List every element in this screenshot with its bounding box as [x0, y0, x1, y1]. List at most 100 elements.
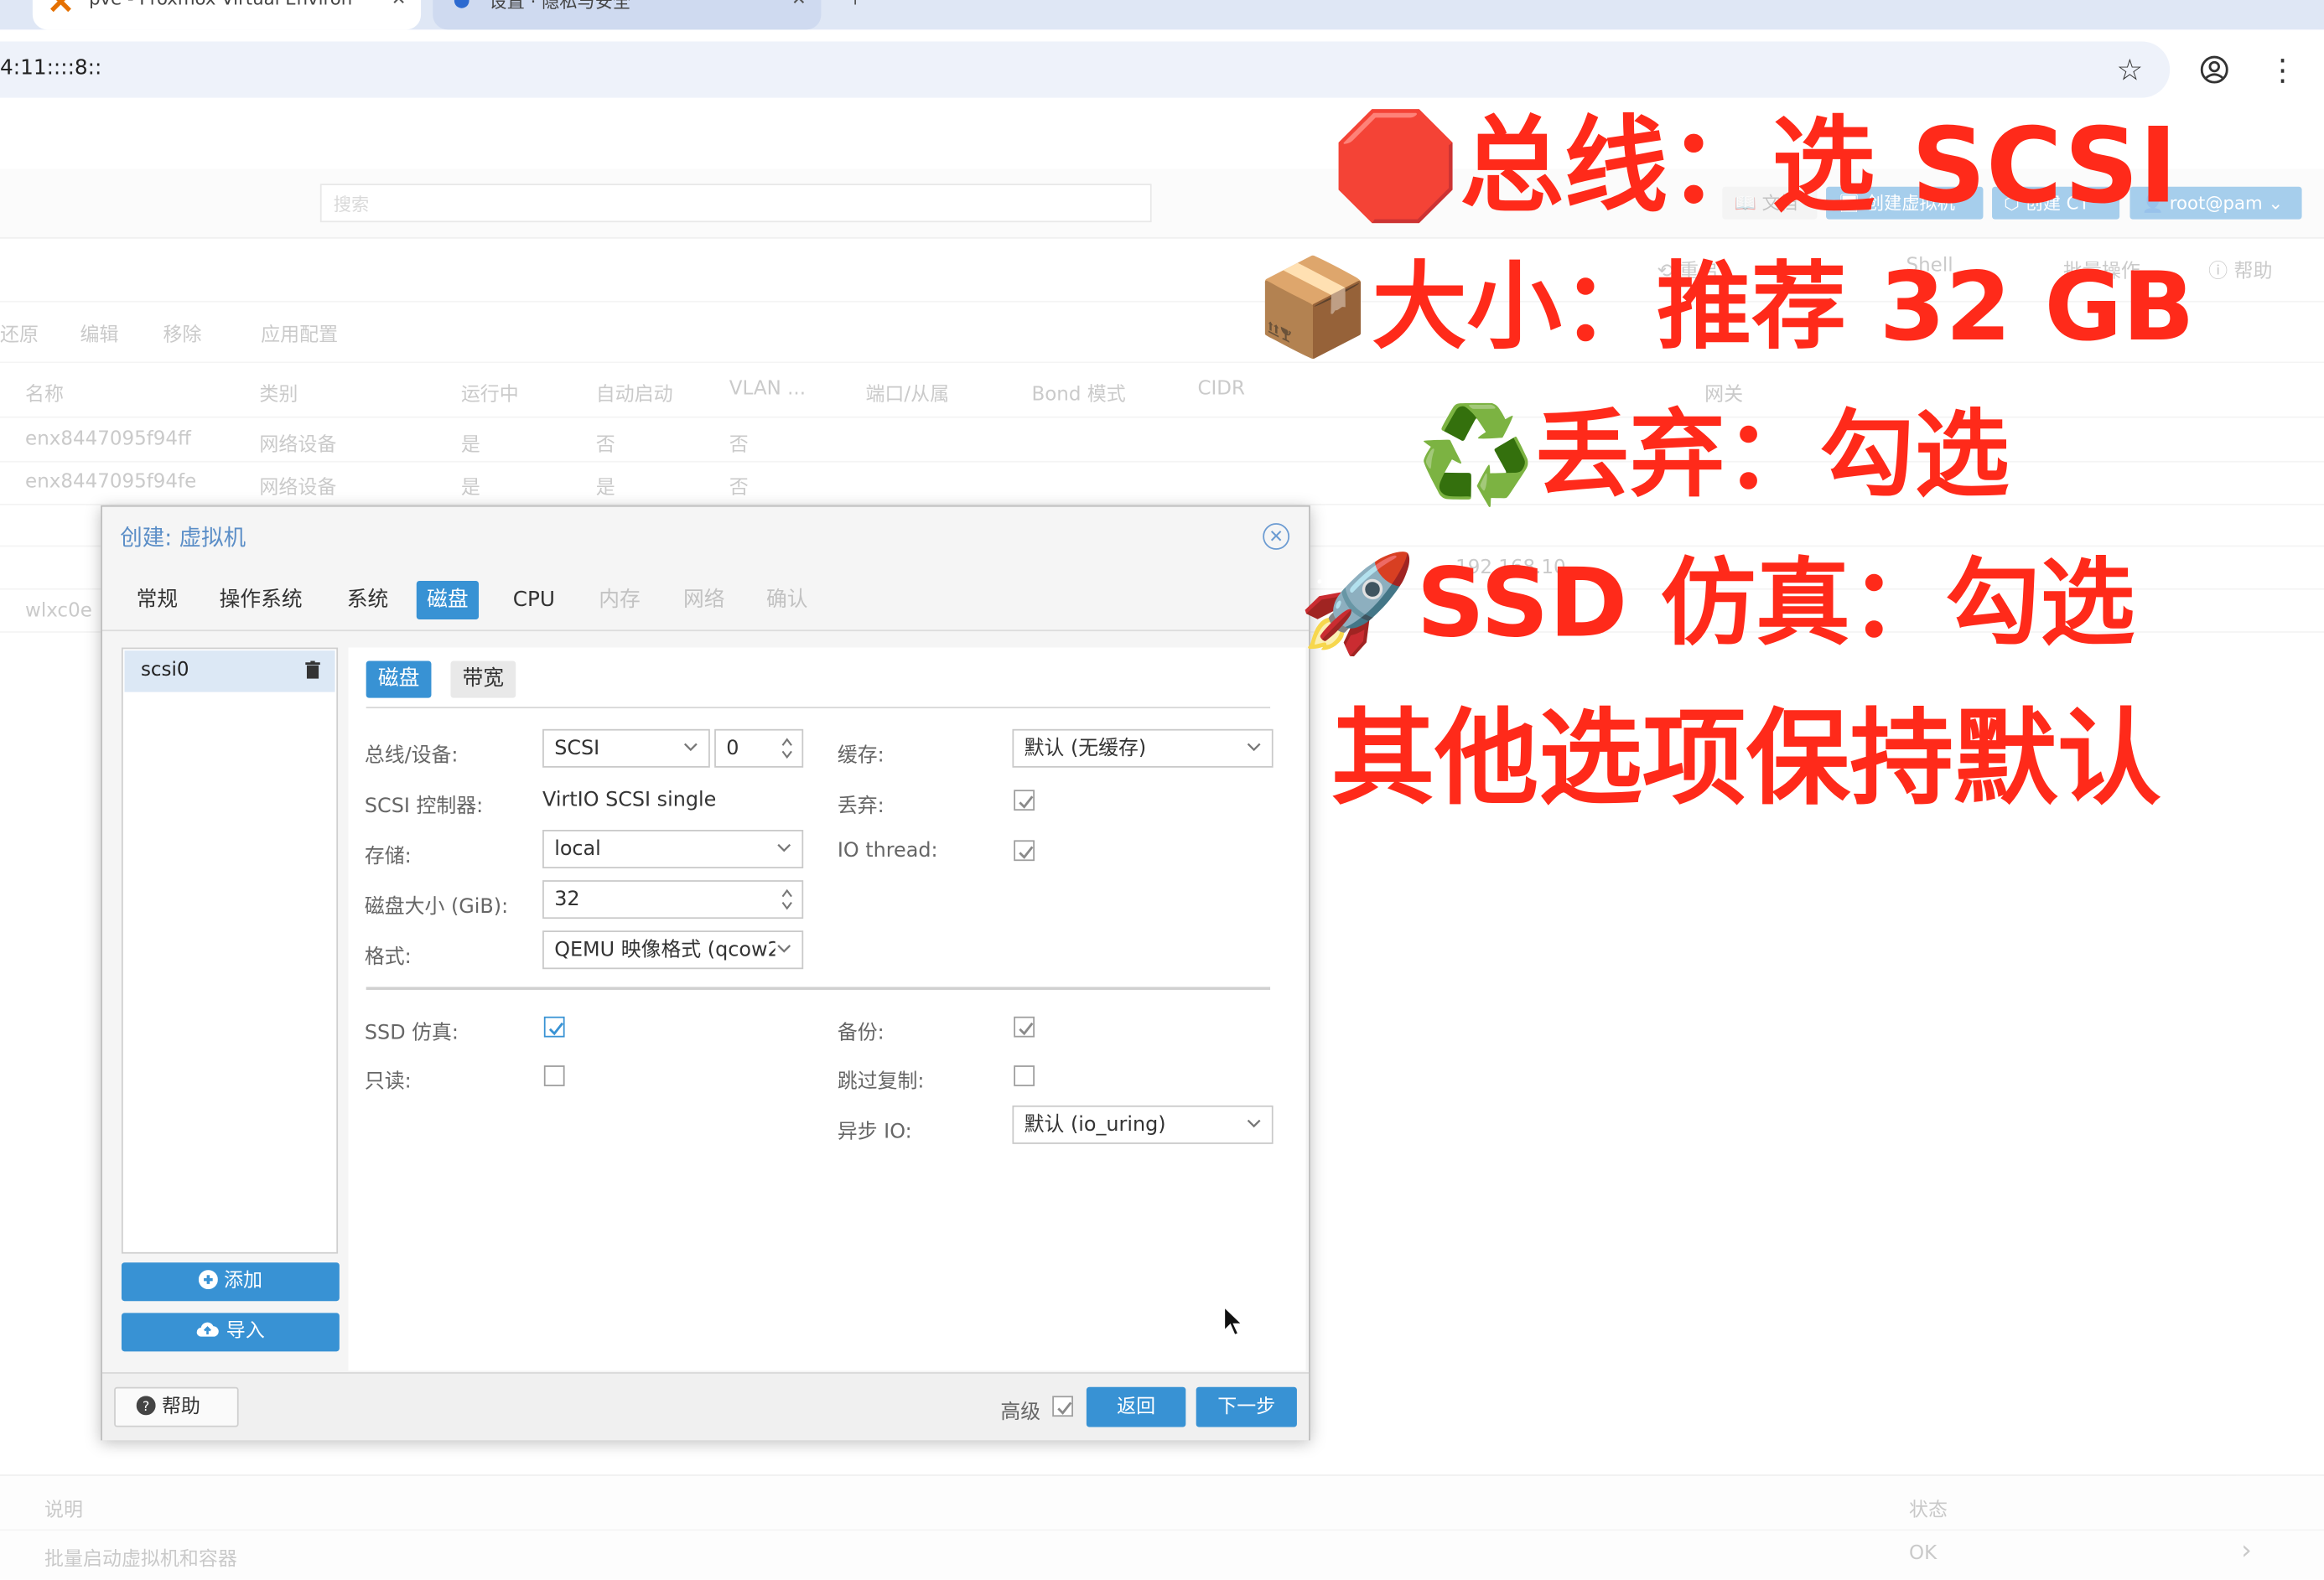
check-icon: [1019, 846, 1034, 859]
annotation-ssd: 🚀SSD 仿真：勾选: [1299, 527, 2135, 664]
disk-size-value: 32: [554, 887, 580, 912]
toolbar-revert[interactable]: 还原: [0, 319, 39, 347]
new-tab-icon[interactable]: +: [848, 0, 863, 9]
annotation-text: 总线：选 SCSI: [1460, 105, 2178, 227]
col-cidr[interactable]: CIDR: [1197, 378, 1245, 401]
close-tab-icon-2[interactable]: ✕: [791, 0, 807, 9]
subtab-disk[interactable]: 磁盘: [366, 660, 432, 698]
discard-checkbox[interactable]: [1014, 790, 1035, 811]
tab-1[interactable]: 操作系统: [209, 581, 313, 619]
disk-list-item-scsi0[interactable]: scsi0: [124, 650, 335, 692]
storage-label: 存储:: [364, 844, 412, 868]
table-row[interactable]: enx8447095f94fe: [25, 471, 196, 494]
gear-icon: [454, 0, 469, 8]
chevron-right-icon[interactable]: ›: [2241, 1536, 2252, 1567]
divider: [101, 629, 1310, 632]
dialog-footer: ? 帮助 高级 返回 下一步: [101, 1372, 1310, 1441]
disk-form: 磁盘 带宽 总线/设备: SCSI 0 SCSI 控制器: VirtIO SCS…: [348, 647, 1306, 1371]
cache-label: 缓存:: [837, 743, 884, 768]
tab-5: 内存: [599, 588, 641, 613]
io-thread-checkbox[interactable]: [1014, 840, 1035, 862]
annotation-text: 丢弃：勾选: [1534, 401, 2010, 511]
col-desc[interactable]: 说明: [44, 1494, 83, 1522]
skip-replication-label: 跳过复制:: [837, 1070, 925, 1094]
spinner-icon[interactable]: [780, 884, 795, 914]
menu-kebab-icon[interactable]: ⋮: [2268, 52, 2297, 87]
node-tool-help[interactable]: ⓘ 帮助: [2208, 255, 2272, 283]
tab-2[interactable]: 系统: [336, 581, 398, 619]
col-bond[interactable]: Bond 模式: [1031, 378, 1125, 407]
check-icon: [1019, 1022, 1034, 1036]
dialog-title: 创建: 虚拟机: [120, 524, 246, 552]
advanced-separator: [366, 987, 1271, 990]
add-disk-button[interactable]: 添加: [121, 1262, 340, 1302]
scsi-controller-label: SCSI 控制器:: [364, 794, 484, 818]
next-button[interactable]: 下一步: [1196, 1386, 1297, 1427]
url-text[interactable]: 4:11::::8::: [0, 56, 101, 80]
close-tab-icon[interactable]: ✕: [392, 0, 407, 9]
device-number-input[interactable]: 0: [714, 728, 804, 768]
storage-value: local: [554, 837, 601, 862]
trash-icon[interactable]: [305, 660, 320, 679]
rocket-icon: 🚀: [1298, 549, 1417, 660]
storage-select[interactable]: local: [542, 830, 804, 868]
format-select[interactable]: QEMU 映像格式 (qcow2): [542, 930, 804, 970]
cache-select[interactable]: 默认 (无缓存): [1012, 728, 1274, 768]
toolbar-remove[interactable]: 移除: [163, 319, 201, 347]
back-button[interactable]: 返回: [1086, 1386, 1186, 1427]
skip-replication-checkbox[interactable]: [1014, 1065, 1035, 1086]
col-vlan[interactable]: VLAN ...: [729, 378, 806, 401]
table-cell: 否: [729, 433, 749, 457]
close-icon[interactable]: ✕: [1263, 523, 1290, 550]
subtab-bandwidth[interactable]: 带宽: [450, 660, 516, 698]
table-cell: 是: [460, 477, 480, 500]
tab-4[interactable]: CPU: [502, 581, 565, 619]
bus-value: SCSI: [554, 736, 600, 760]
tab-3[interactable]: 磁盘: [416, 581, 480, 619]
browser-tab-title-2: 设置 · 隐私与安全: [489, 0, 631, 13]
profile-icon[interactable]: [2200, 54, 2229, 84]
spinner-icon[interactable]: [780, 733, 795, 763]
readonly-checkbox[interactable]: [543, 1065, 565, 1086]
async-io-select[interactable]: 默认 (io_uring): [1012, 1105, 1274, 1144]
table-row[interactable]: wlxc0e: [25, 600, 92, 623]
disk-size-input[interactable]: 32: [542, 880, 804, 920]
bookmark-star-icon[interactable]: ☆: [2117, 52, 2144, 87]
io-thread-label: IO thread:: [837, 838, 938, 863]
annotation-text: 其他选项保持默认: [1331, 697, 2161, 820]
bus-label: 总线/设备:: [364, 743, 459, 768]
annotation-text: SSD 仿真：勾选: [1416, 549, 2135, 660]
chevron-down-icon: [1247, 1119, 1261, 1128]
device-value: 0: [726, 736, 739, 760]
col-status[interactable]: 状态: [1909, 1494, 1948, 1522]
proxmox-icon: [50, 0, 71, 13]
task-row[interactable]: 批量启动虚拟机和容器: [44, 1542, 237, 1571]
col-autostart[interactable]: 自动启动: [596, 378, 673, 407]
check-icon: [1019, 795, 1034, 809]
annotation-defaults: 其他选项保持默认: [1331, 676, 2161, 826]
question-circle-icon: ?: [136, 1396, 156, 1416]
chevron-down-icon: [683, 743, 698, 752]
disk-size-label: 磁盘大小 (GiB):: [364, 894, 509, 920]
toolbar-edit[interactable]: 编辑: [80, 319, 118, 347]
annotation-text: 大小：推荐 32 GB: [1372, 253, 2195, 364]
table-cell: 是: [595, 477, 615, 500]
col-type[interactable]: 类别: [259, 378, 298, 407]
ssd-emulation-checkbox[interactable]: [543, 1016, 565, 1038]
col-name[interactable]: 名称: [25, 378, 64, 407]
col-ports[interactable]: 端口/从属: [865, 378, 949, 407]
disk-item-label: scsi0: [140, 659, 189, 682]
bus-select[interactable]: SCSI: [542, 728, 710, 768]
advanced-checkbox[interactable]: [1052, 1396, 1073, 1417]
toolbar-apply[interactable]: 应用配置: [261, 319, 338, 347]
tab-0[interactable]: 常规: [126, 581, 188, 619]
col-active[interactable]: 运行中: [461, 378, 519, 407]
backup-checkbox[interactable]: [1014, 1016, 1035, 1038]
readonly-label: 只读:: [364, 1070, 412, 1094]
search-input[interactable]: 搜索: [319, 184, 1152, 223]
annotation-size: 📦大小：推荐 32 GB: [1254, 231, 2195, 368]
table-row[interactable]: enx8447095f94ff: [25, 428, 191, 451]
plus-circle-icon: [198, 1270, 218, 1290]
help-button[interactable]: ? 帮助: [114, 1386, 239, 1427]
import-disk-button[interactable]: 导入: [121, 1313, 340, 1352]
